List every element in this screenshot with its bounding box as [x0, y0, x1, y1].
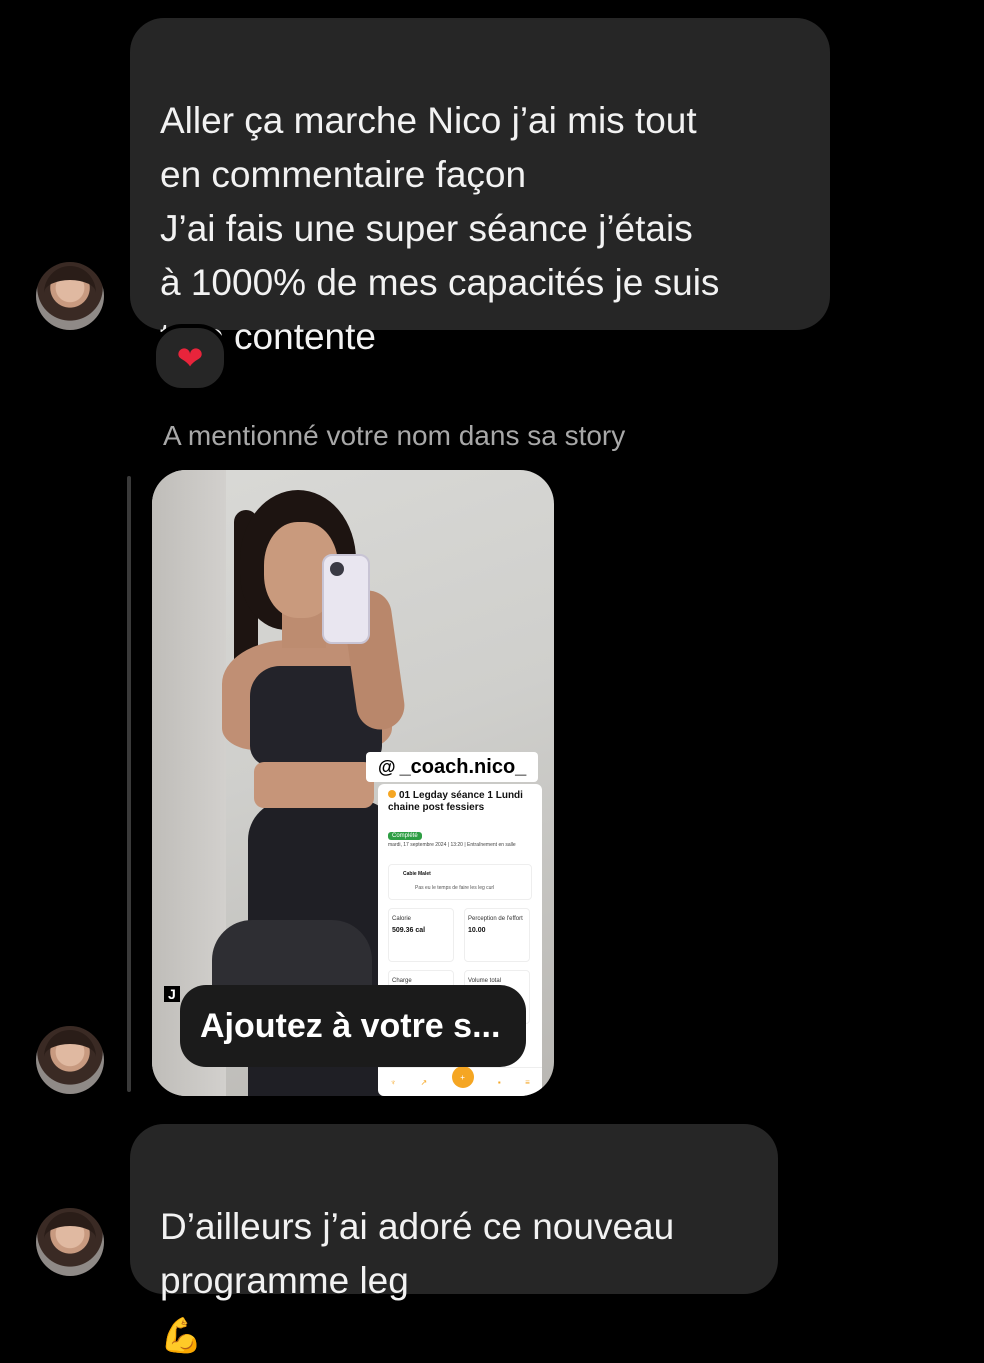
- avatar[interactable]: [36, 262, 104, 330]
- status-dot-icon: [388, 790, 396, 798]
- story-mention-tag[interactable]: @ _coach.nico_: [366, 752, 539, 782]
- message-bubble[interactable]: Aller ça marche Nico j’ai mis tout en co…: [130, 18, 830, 357]
- metric-label: Perception de l'effort: [468, 916, 523, 922]
- metric-calorie: Calorie 509.36 cal: [388, 908, 454, 962]
- metric-label: Volume total: [468, 978, 502, 984]
- story-mention-note: A mentionné votre nom dans sa story: [163, 420, 626, 451]
- story-photo-part: [254, 762, 374, 808]
- chart-icon: ↗: [420, 1077, 428, 1087]
- reply-divider: [127, 476, 131, 1092]
- metric-label: Charge: [392, 978, 412, 984]
- note-text: Pas eu le temps de faire les leg curl: [415, 885, 495, 891]
- metric-effort: Perception de l'effort 10.00: [464, 908, 530, 962]
- avatar[interactable]: [36, 1208, 104, 1276]
- card-date: mardi, 17 septembre 2024 | 13:20 | Entra…: [388, 842, 516, 848]
- phone-icon: [322, 554, 370, 644]
- camera-icon: [330, 562, 344, 576]
- reaction-badge[interactable]: ❤: [152, 324, 228, 392]
- card-title-text: 01 Legday séance 1 Lundi chaine post fes…: [388, 790, 523, 813]
- metric-label: Calorie: [392, 916, 412, 922]
- story-text-fragment: J: [164, 986, 180, 1002]
- card-note: Cabie Malet Pas eu le temps de faire les…: [388, 864, 532, 900]
- card-nav-bar: ♆ ↗ + ▪ ≡: [378, 1066, 542, 1096]
- card-title: 01 Legday séance 1 Lundi chaine post fes…: [388, 790, 534, 814]
- message-text: D’ailleurs j’ai adoré ce nouveau program…: [160, 1206, 675, 1301]
- trophy-icon: ♆: [390, 1077, 397, 1087]
- tag-label: _coach.nico_: [399, 756, 527, 778]
- message-text: Aller ça marche Nico j’ai mis tout en co…: [160, 100, 720, 357]
- message-icon: ▪: [497, 1077, 501, 1087]
- threads-icon: @: [378, 757, 396, 777]
- message-bubble[interactable]: D’ailleurs j’ai adoré ce nouveau program…: [130, 1124, 778, 1355]
- status-badge: Complété: [388, 832, 422, 840]
- plus-icon: +: [451, 1066, 474, 1088]
- heart-icon: ❤: [176, 340, 204, 376]
- add-to-story-label: Ajoutez à votre s...: [200, 1006, 501, 1045]
- add-to-story-button[interactable]: Ajoutez à votre s...: [180, 985, 526, 1067]
- note-author: Cabie Malet: [403, 871, 431, 877]
- avatar[interactable]: [36, 1026, 104, 1094]
- metric-value: 10.00: [468, 927, 486, 934]
- metric-value: 509.36 cal: [392, 927, 426, 934]
- menu-icon: ≡: [525, 1077, 530, 1087]
- flexed-biceps-icon: 💪: [160, 1317, 203, 1355]
